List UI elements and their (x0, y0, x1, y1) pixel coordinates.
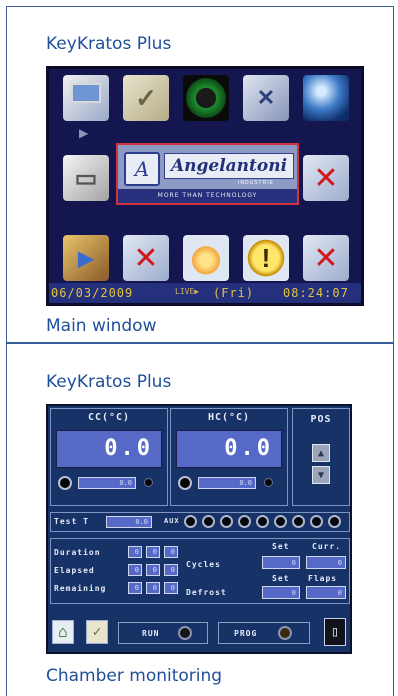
aux-led (292, 515, 305, 528)
close-icon[interactable]: ✕ (303, 235, 349, 281)
duration-hours: 0 (128, 546, 142, 558)
cycles-curr-label: Curr. (312, 542, 342, 551)
flaps-label: Flaps (308, 574, 338, 583)
section-caption-chamber: Chamber monitoring (46, 666, 223, 686)
logo-brand: Angelantoni (164, 153, 294, 179)
run-control[interactable] (118, 622, 208, 644)
elapsed-hours: 0 (128, 564, 142, 576)
globe-icon[interactable] (303, 75, 349, 121)
set-value: 0 (262, 586, 300, 599)
close-icon[interactable]: ✕ (303, 155, 349, 201)
elapsed-label: Elapsed (54, 566, 95, 575)
prog-label: PROG (234, 629, 258, 638)
status-day: (Fri) (213, 286, 255, 300)
notepad-icon[interactable]: ✓ (123, 75, 169, 121)
monitor-icon[interactable] (63, 75, 109, 121)
duration-label: Duration (54, 548, 101, 557)
hc-sub-value: 0.0 (198, 477, 256, 489)
prog-control[interactable] (218, 622, 310, 644)
printer-icon[interactable]: ▭ (63, 155, 109, 201)
elapsed-seconds: 0 (164, 564, 178, 576)
cc-small-led (144, 478, 153, 487)
duration-minutes: 0 (146, 546, 160, 558)
test-t-label: Test T (54, 517, 89, 526)
logo-subtitle: INDUSTRIE (238, 180, 274, 186)
section-caption-main: Main window (46, 316, 157, 336)
run-button[interactable] (178, 626, 192, 640)
aux-led (310, 515, 323, 528)
sun-icon[interactable] (183, 235, 229, 281)
aux-led (256, 515, 269, 528)
status-bar: 06/03/2009 LIVE▶ (Fri) 08:24:07 (49, 283, 361, 303)
logo-emblem-icon: A (124, 152, 160, 186)
aux-led (202, 515, 215, 528)
remaining-label: Remaining (54, 584, 107, 593)
cc-value: 0.0 (56, 430, 162, 468)
set-label: Set (272, 574, 290, 583)
flaps-value: 0 (306, 586, 346, 599)
cc-label: CC(°C) (87, 412, 131, 423)
cycles-set-value: 0 (262, 556, 300, 569)
video-icon[interactable]: ▶ (63, 235, 109, 281)
aux-label: AUX (164, 517, 180, 525)
test-t-value: 0.0 (106, 516, 152, 528)
aux-led (238, 515, 251, 528)
cycles-curr-value: 0 (306, 556, 346, 569)
aux-led (184, 515, 197, 528)
tools-icon[interactable]: ✕ (243, 75, 289, 121)
cc-led (58, 476, 72, 490)
cc-sub-value: 0.0 (78, 477, 136, 489)
status-date: 06/03/2009 (51, 286, 134, 300)
cycles-set-label: Set (272, 542, 290, 551)
cycles-label: Cycles (186, 560, 221, 569)
prog-button[interactable] (278, 626, 292, 640)
status-live: LIVE▶ (175, 287, 200, 296)
exit-door-icon[interactable]: ▯ (324, 618, 346, 646)
remaining-seconds: 0 (164, 582, 178, 594)
elapsed-minutes: 0 (146, 564, 160, 576)
play-indicator-icon: ▶ (79, 126, 89, 140)
section-title-main: KeyKratos Plus (46, 34, 172, 54)
aux-led (220, 515, 233, 528)
hc-led (178, 476, 192, 490)
section-title-chamber: KeyKratos Plus (46, 372, 172, 392)
remaining-hours: 0 (128, 582, 142, 594)
close-icon[interactable]: ✕ (123, 235, 169, 281)
power-icon[interactable] (183, 75, 229, 121)
chamber-monitoring-screen: CC(°C) 0.0 0.0 HC(°C) 0.0 0.0 POS ▲ ▼ Te… (46, 404, 352, 654)
hc-label: HC(°C) (207, 412, 251, 423)
home-icon[interactable]: ⌂ (52, 620, 74, 644)
pos-label: POS (310, 414, 332, 425)
main-window-screen: ✓ ✕ ▶ ▭ A Angelantoni INDUSTRIE MORE THA… (46, 66, 364, 306)
run-label: RUN (142, 629, 160, 638)
aux-led (274, 515, 287, 528)
test-aux-row (50, 512, 350, 532)
remaining-minutes: 0 (146, 582, 160, 594)
status-time: 08:24:07 (283, 286, 349, 300)
hc-small-led (264, 478, 273, 487)
notepad-icon[interactable]: ✓ (86, 620, 108, 644)
duration-seconds: 0 (164, 546, 178, 558)
aux-led (328, 515, 341, 528)
pos-down-button[interactable]: ▼ (312, 466, 330, 484)
logo-tagline: MORE THAN TECHNOLOGY (118, 189, 297, 203)
hc-value: 0.0 (176, 430, 282, 468)
company-logo: A Angelantoni INDUSTRIE MORE THAN TECHNO… (116, 143, 299, 205)
pos-up-button[interactable]: ▲ (312, 444, 330, 462)
warning-icon[interactable]: ! (243, 235, 289, 281)
defrost-label: Defrost (186, 588, 227, 597)
